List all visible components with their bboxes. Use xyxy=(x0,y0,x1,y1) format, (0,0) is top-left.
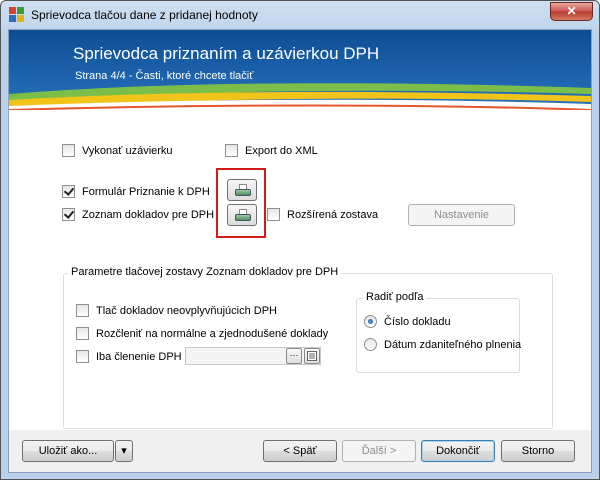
wizard-client: Sprievodca priznaním a uzávierkou DPH St… xyxy=(8,29,592,473)
sort-option-cislo[interactable]: Číslo dokladu xyxy=(364,315,451,328)
checkbox-box[interactable] xyxy=(76,350,89,363)
checkbox-box[interactable] xyxy=(267,208,280,221)
radio-button[interactable] xyxy=(364,338,377,351)
banner-title: Sprievodca priznaním a uzávierkou DPH xyxy=(73,44,380,63)
sort-option-label: Dátum zdaniteľného plnenia xyxy=(384,338,522,351)
save-as-button[interactable]: Uložiť ako... xyxy=(22,440,114,462)
zoznam-dokladov-label: Zoznam dokladov pre DPH xyxy=(82,208,215,221)
save-as-dropdown[interactable]: ▾ xyxy=(115,440,133,462)
rozclenit-label: Rozčleniť na normálne a zjednodušené dok… xyxy=(96,327,329,340)
rozsirena-zostava-checkbox[interactable]: Rozšírená zostava xyxy=(267,208,378,221)
wizard-window: Sprievodca tlačou dane z pridanej hodnot… xyxy=(0,0,600,480)
finish-button[interactable]: Dokončiť xyxy=(421,440,495,462)
checkbox-box[interactable] xyxy=(62,208,75,221)
vykonat-uzavierku-label: Vykonať uzávierku xyxy=(82,144,173,157)
checkbox-box[interactable] xyxy=(76,327,89,340)
radio-button[interactable] xyxy=(364,315,377,328)
list-icon xyxy=(307,351,317,361)
sort-group-title: Radiť podľa xyxy=(363,291,427,303)
formular-priznanie-label: Formulár Priznanie k DPH xyxy=(82,185,210,198)
formular-priznanie-checkbox[interactable]: Formulár Priznanie k DPH xyxy=(62,185,210,198)
zoznam-dokladov-checkbox[interactable]: Zoznam dokladov pre DPH xyxy=(62,208,214,221)
tlac-neovplyvnujucich-label: Tlač dokladov neovplyvňujúcich DPH xyxy=(96,304,277,317)
checkbox-box[interactable] xyxy=(225,144,238,157)
list-button[interactable] xyxy=(304,348,320,364)
app-icon xyxy=(9,7,25,23)
cancel-button[interactable]: Storno xyxy=(501,440,575,462)
wizard-banner: Sprievodca priznaním a uzávierkou DPH St… xyxy=(9,30,591,110)
banner-subtitle: Strana 4/4 - Časti, ktoré chcete tlačiť xyxy=(75,70,254,82)
iba-clenenie-checkbox[interactable]: Iba členenie DPH xyxy=(76,350,182,363)
close-button[interactable]: ✕ xyxy=(550,2,593,21)
nastavenie-button[interactable]: Nastavenie xyxy=(408,204,515,226)
iba-clenenie-label: Iba členenie DPH xyxy=(96,350,182,363)
title-bar: Sprievodca tlačou dane z pridanej hodnot… xyxy=(1,1,599,29)
sort-option-label: Číslo dokladu xyxy=(384,315,451,328)
export-xml-checkbox[interactable]: Export do XML xyxy=(225,144,318,157)
tlac-neovplyvnujucich-checkbox[interactable]: Tlač dokladov neovplyvňujúcich DPH xyxy=(76,304,277,317)
rozsirena-zostava-label: Rozšírená zostava xyxy=(287,208,379,221)
wizard-footer: Uložiť ako... ▾ < Späť Ďalší > Dokončiť … xyxy=(9,430,591,472)
highlight-frame xyxy=(216,168,266,238)
next-button[interactable]: Ďalší > xyxy=(342,440,416,462)
checkbox-box[interactable] xyxy=(76,304,89,317)
sort-option-datum[interactable]: Dátum zdaniteľného plnenia xyxy=(364,338,521,351)
params-group-title: Parametre tlačovej zostavy Zoznam doklad… xyxy=(68,266,342,278)
window-title: Sprievodca tlačou dane z pridanej hodnot… xyxy=(31,8,258,22)
checkbox-box[interactable] xyxy=(62,185,75,198)
back-button-label: < Späť xyxy=(283,445,317,457)
vykonat-uzavierku-checkbox[interactable]: Vykonať uzávierku xyxy=(62,144,173,157)
wizard-content: Vykonať uzávierku Export do XML Formulár… xyxy=(9,110,591,430)
back-button[interactable]: < Späť xyxy=(263,440,337,462)
checkbox-box[interactable] xyxy=(62,144,75,157)
ellipsis-button[interactable]: ··· xyxy=(286,348,302,364)
export-xml-label: Export do XML xyxy=(245,144,318,157)
rozclenit-checkbox[interactable]: Rozčleniť na normálne a zjednodušené dok… xyxy=(76,327,328,340)
sort-groupbox: Radiť podľa xyxy=(356,291,520,373)
